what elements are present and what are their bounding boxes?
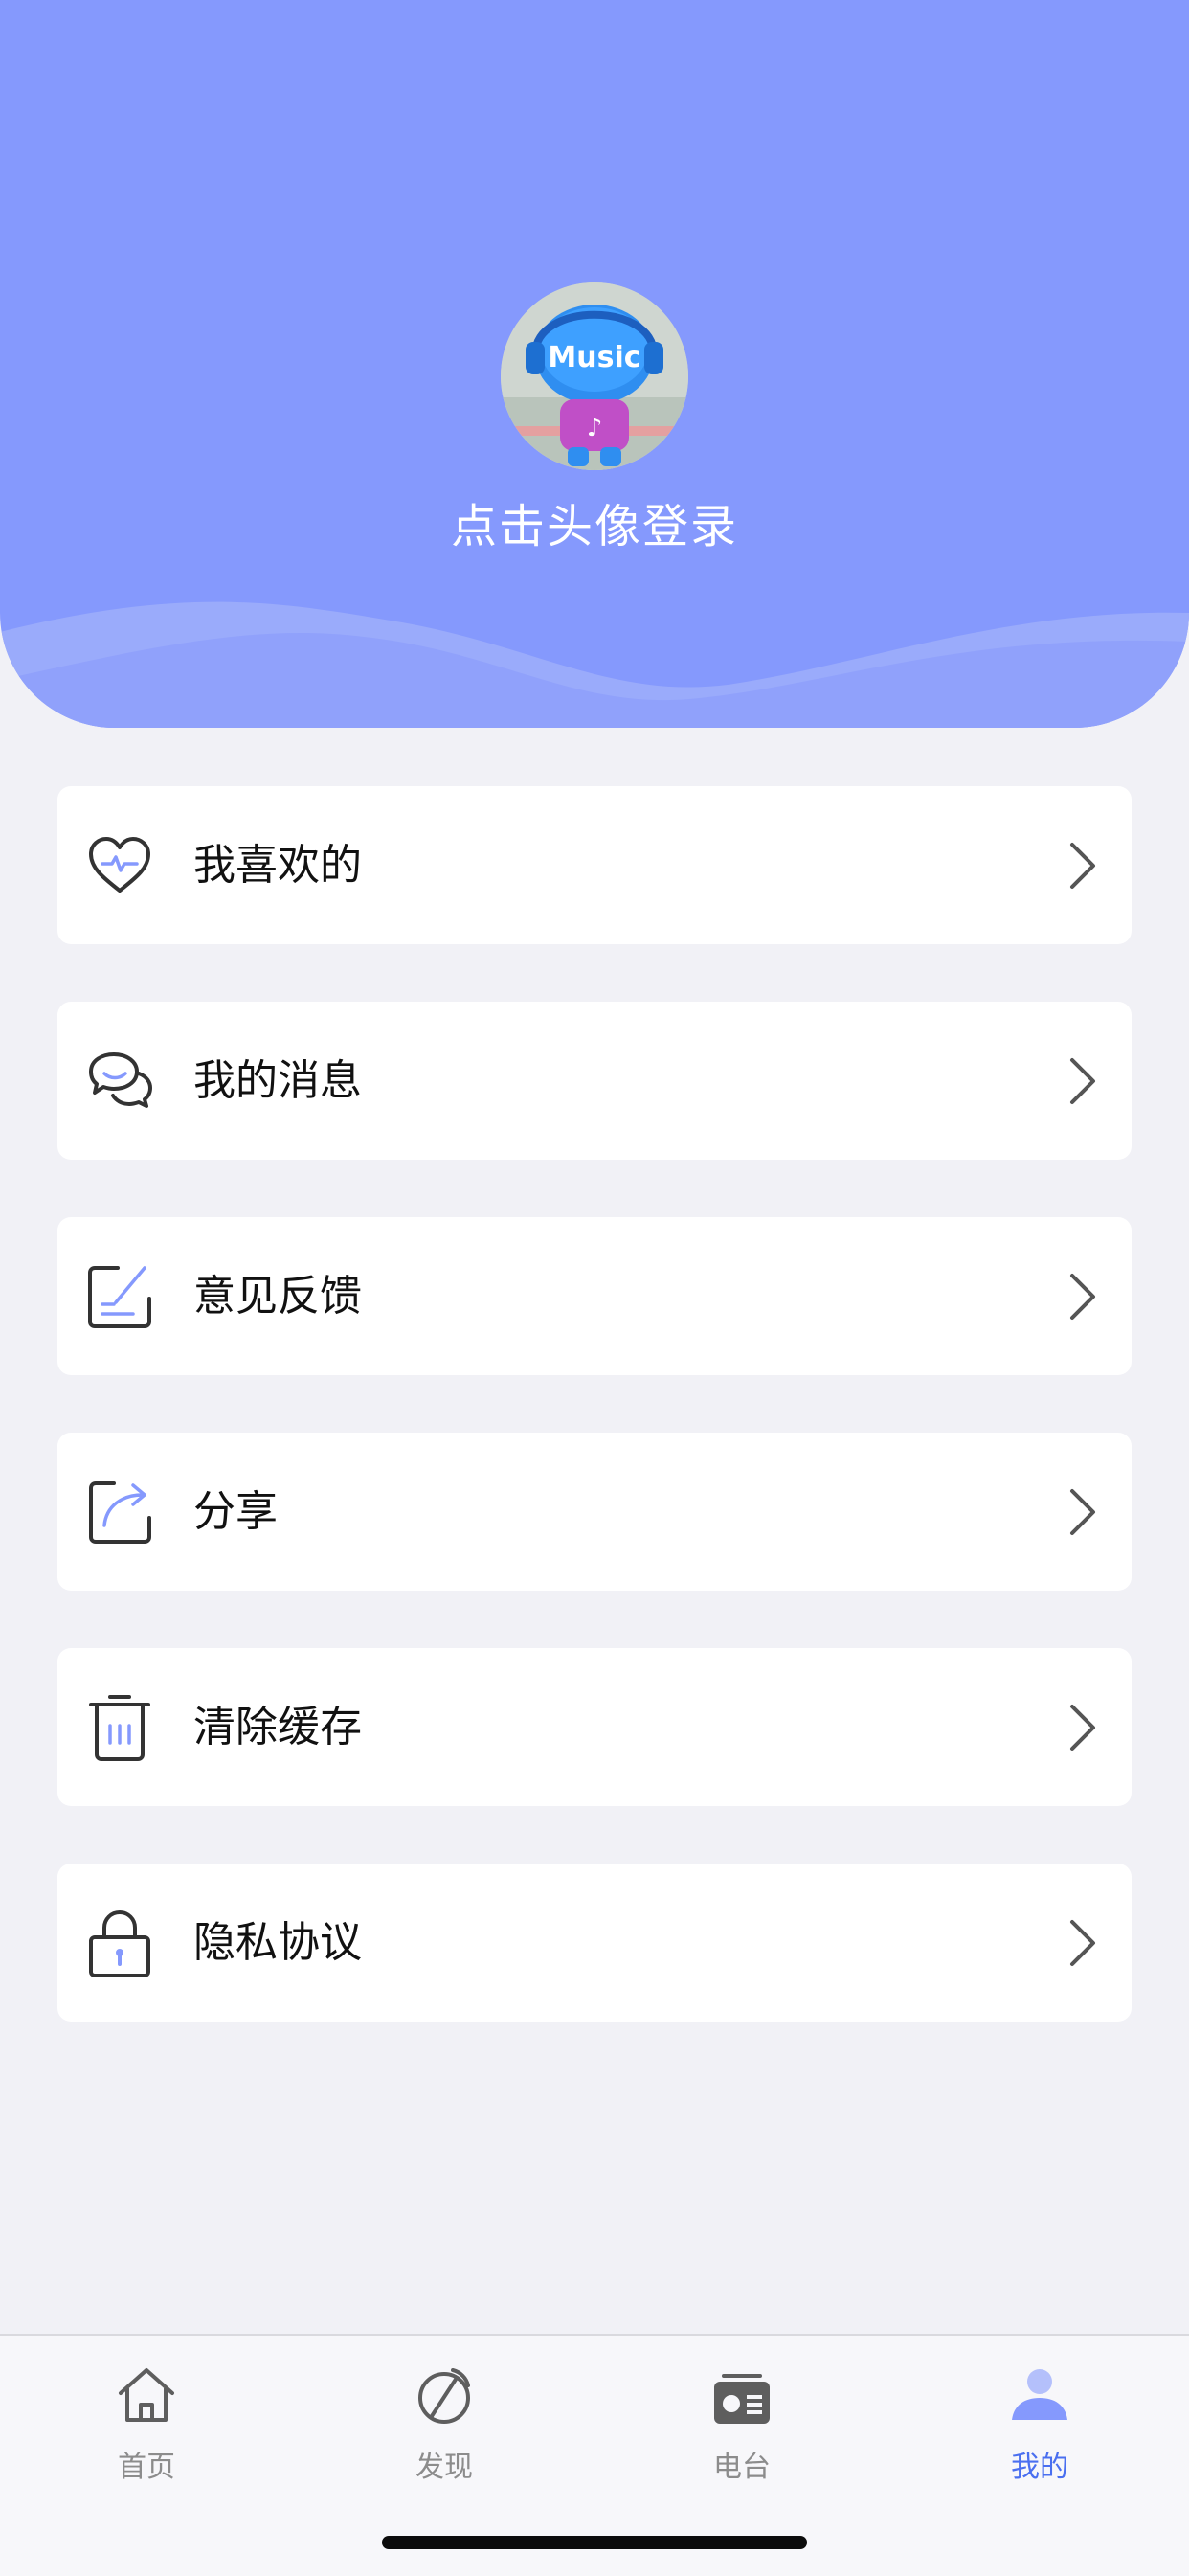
share-arrow-icon [83,1476,156,1548]
menu-item-share[interactable]: 分享 [57,1433,1132,1591]
chevron-right-icon [1070,1705,1095,1751]
tab-label: 首页 [118,2451,175,2484]
menu-item-label: 意见反馈 [193,1272,362,1321]
menu-item-feedback[interactable]: 意见反馈 [57,1217,1132,1375]
trash-icon [83,1691,156,1764]
chat-bubbles-icon [83,1045,156,1118]
header-wave-decoration [0,601,1189,728]
tab-label: 发现 [415,2451,473,2484]
chevron-right-icon [1070,1489,1095,1535]
menu-item-privacy[interactable]: 隐私协议 [57,1864,1132,2022]
tab-label: 我的 [1011,2451,1068,2484]
menu-item-label: 分享 [193,1487,278,1536]
menu-item-clear-cache[interactable]: 清除缓存 [57,1648,1132,1806]
svg-text:♪: ♪ [587,414,603,442]
menu-item-label: 我的消息 [193,1056,362,1105]
avatar[interactable]: Music ♪ [501,282,688,470]
heart-pulse-icon [83,829,156,902]
lock-icon [83,1907,156,1979]
discover-icon [411,2362,478,2429]
avatar-music-text: Music [548,341,640,374]
home-indicator[interactable] [382,2536,807,2549]
tab-label: 电台 [713,2451,771,2484]
feedback-pencil-icon [83,1260,156,1333]
menu-item-favorites[interactable]: 我喜欢的 [57,786,1132,944]
tab-radio[interactable]: 电台 [646,2362,838,2497]
menu-item-label: 清除缓存 [193,1703,362,1751]
person-icon [1006,2362,1073,2429]
profile-header: Music ♪ 点击头像登录 [0,0,1189,728]
chevron-right-icon [1070,1920,1095,1966]
menu-item-label: 我喜欢的 [193,841,362,890]
menu-item-messages[interactable]: 我的消息 [57,1002,1132,1160]
tab-discover[interactable]: 发现 [348,2362,540,2497]
music-mascot-avatar-image: Music ♪ [501,282,688,470]
radio-icon [708,2362,775,2429]
login-prompt[interactable]: 点击头像登录 [0,488,1189,555]
tab-home[interactable]: 首页 [51,2362,242,2497]
home-icon [113,2362,180,2429]
tab-mine[interactable]: 我的 [944,2362,1135,2497]
chevron-right-icon [1070,843,1095,889]
chevron-right-icon [1070,1058,1095,1104]
menu-item-label: 隐私协议 [193,1918,362,1967]
chevron-right-icon [1070,1274,1095,1320]
